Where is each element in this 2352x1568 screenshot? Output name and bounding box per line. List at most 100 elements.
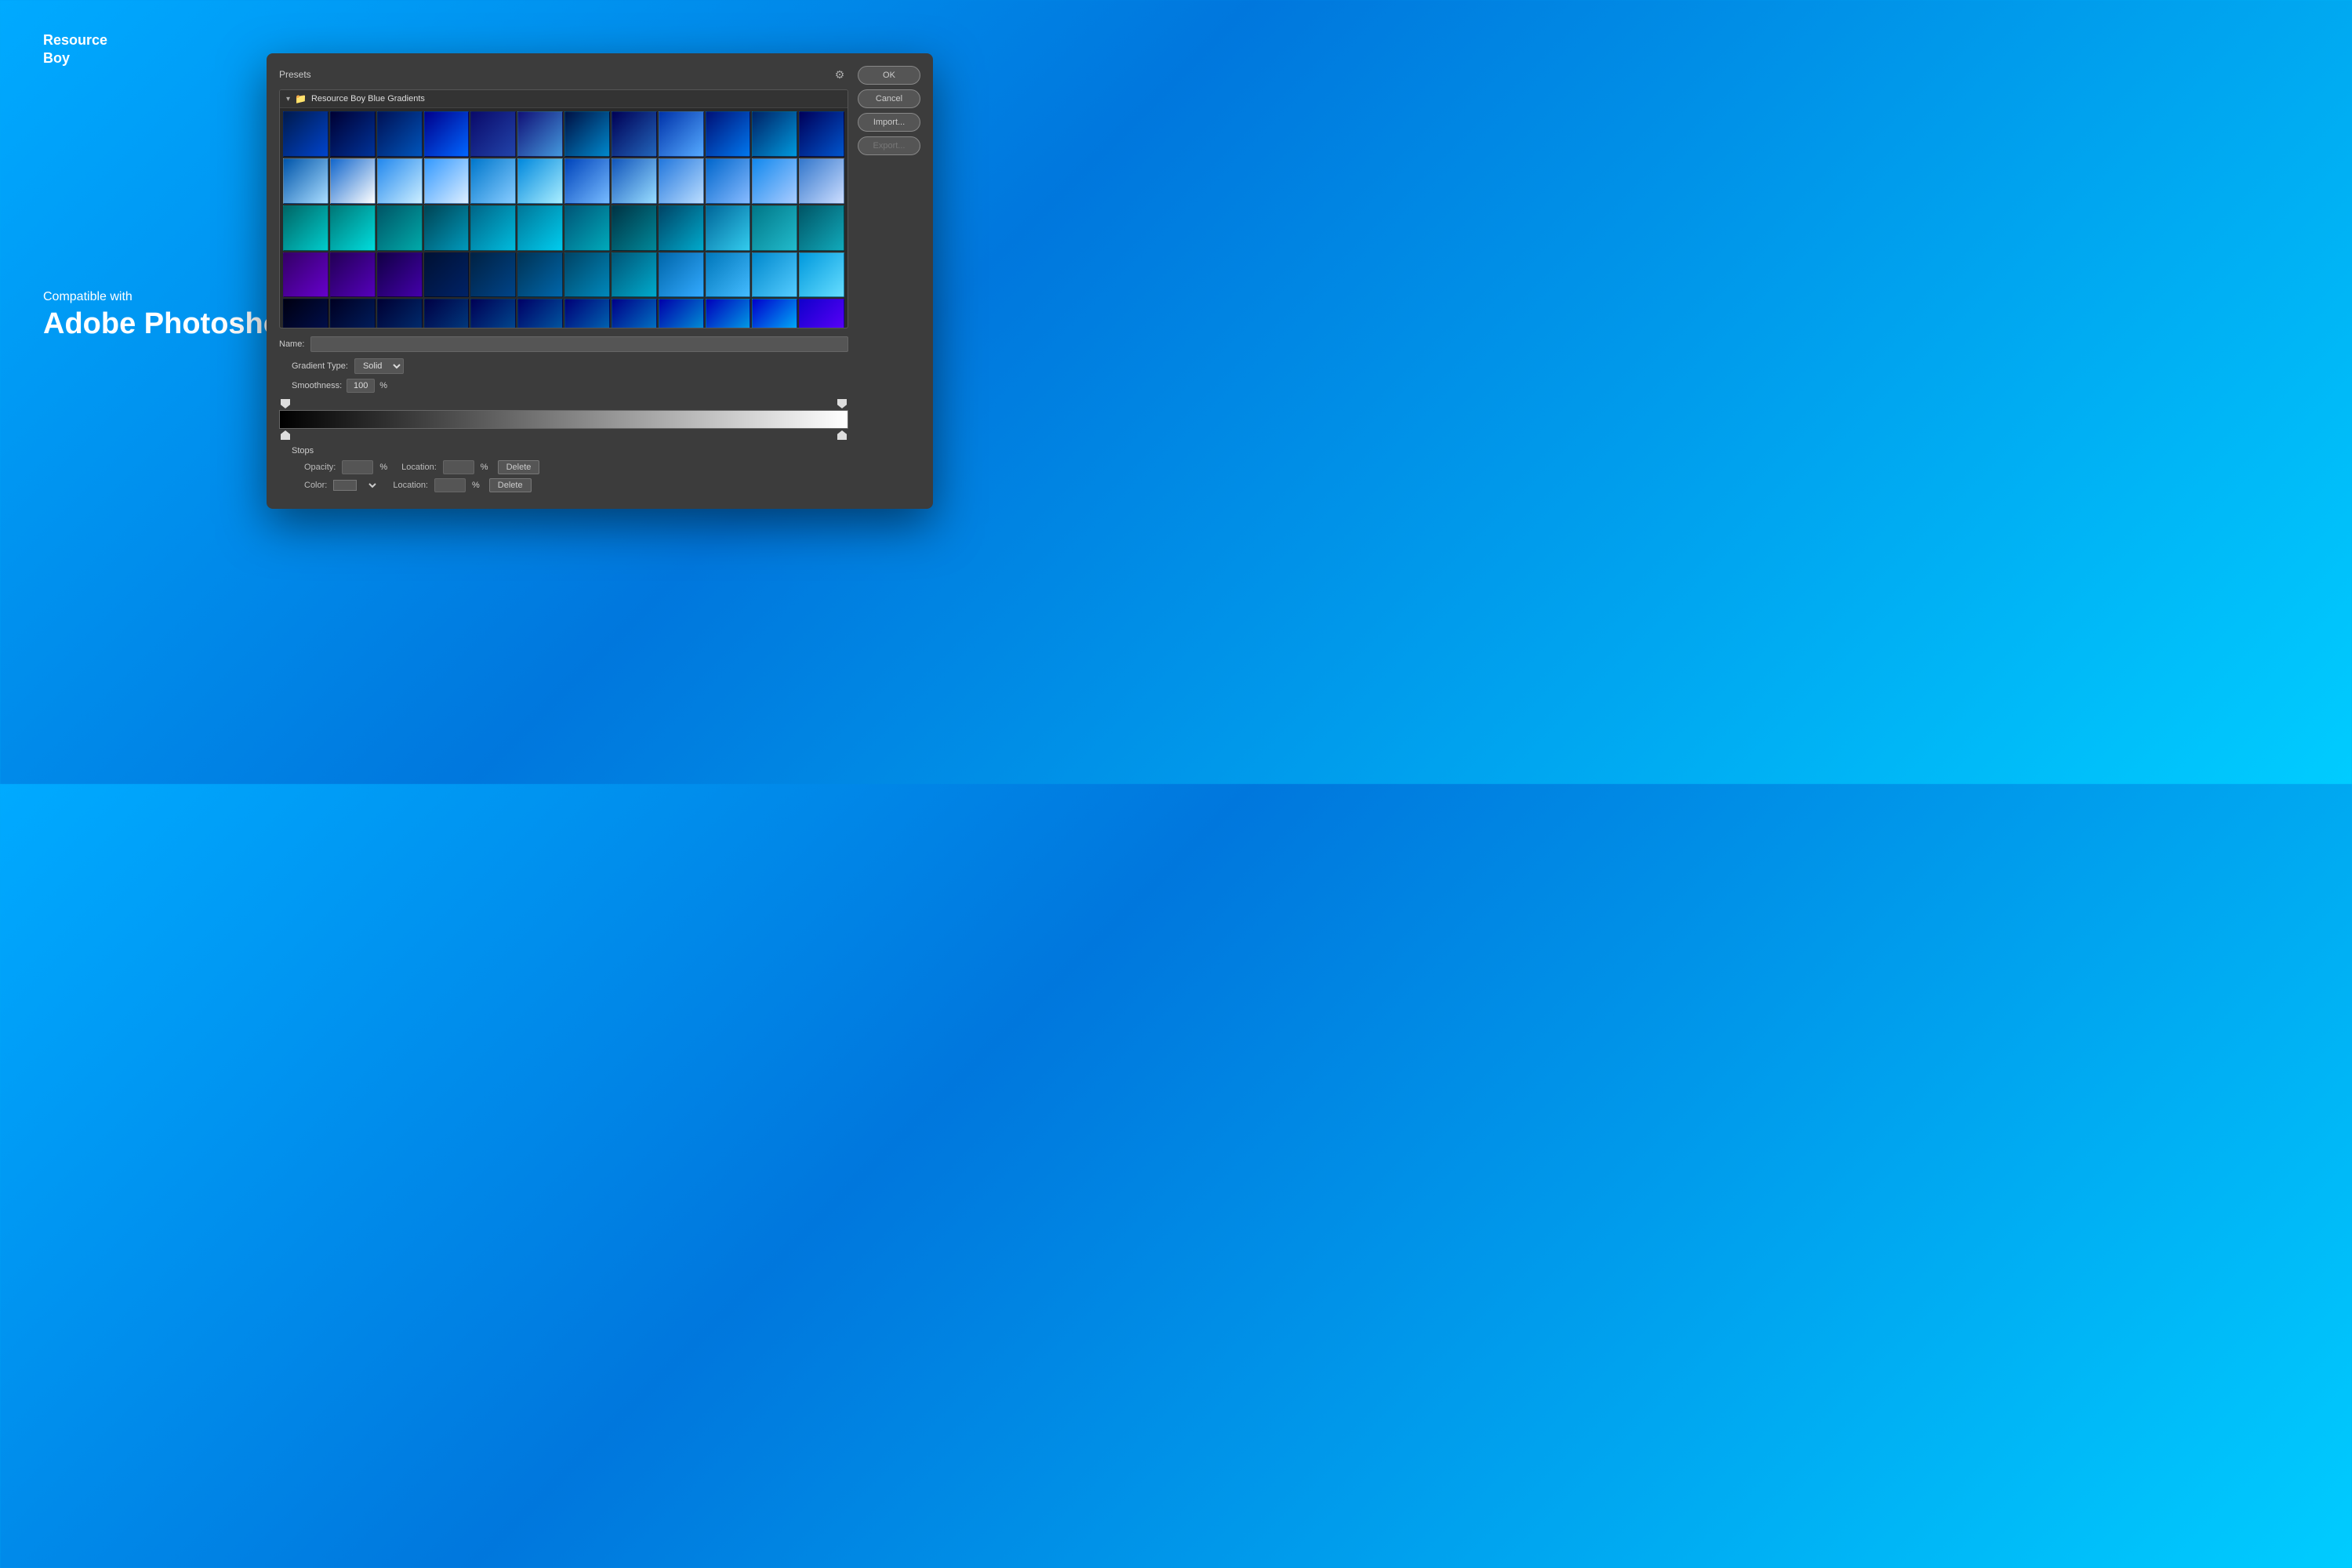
gradient-swatch[interactable]	[799, 111, 844, 157]
presets-panel: ▾ 📁 Resource Boy Blue Gradients	[279, 89, 848, 328]
gradient-swatch[interactable]	[799, 252, 844, 298]
folder-icon: 📁	[295, 93, 307, 104]
preset-folder-row: ▾ 📁 Resource Boy Blue Gradients	[280, 90, 848, 108]
gradient-swatch[interactable]	[612, 158, 657, 204]
gradient-swatch[interactable]	[377, 252, 423, 298]
gradient-swatch[interactable]	[517, 299, 563, 328]
gradient-swatch[interactable]	[659, 111, 704, 157]
gradient-swatch[interactable]	[799, 158, 844, 204]
ok-button[interactable]: OK	[858, 66, 920, 85]
opacity-loc-unit: %	[481, 463, 488, 472]
color-delete-button[interactable]: Delete	[489, 478, 532, 492]
gradient-swatch[interactable]	[612, 205, 657, 251]
gradient-swatch[interactable]	[470, 205, 516, 251]
gradient-swatch[interactable]	[377, 299, 423, 328]
gradient-swatch[interactable]	[706, 111, 751, 157]
gradient-preview-bar[interactable]	[279, 410, 848, 429]
gradient-swatch[interactable]	[706, 299, 751, 328]
color-location-label: Location:	[393, 481, 428, 490]
color-stop-right[interactable]	[837, 430, 847, 440]
opacity-stop-right[interactable]	[837, 399, 847, 408]
gradient-swatch[interactable]	[330, 299, 376, 328]
color-location-input[interactable]	[434, 478, 466, 492]
gradient-swatch[interactable]	[283, 299, 328, 328]
gradient-swatch[interactable]	[799, 299, 844, 328]
gradient-swatch[interactable]	[517, 205, 563, 251]
gradient-swatch[interactable]	[517, 111, 563, 157]
name-label: Name:	[279, 339, 304, 349]
opacity-location-input[interactable]	[443, 460, 474, 474]
name-input[interactable]	[310, 336, 848, 352]
gradient-swatch[interactable]	[330, 158, 376, 204]
gradient-swatch[interactable]	[659, 158, 704, 204]
gradient-swatch[interactable]	[330, 252, 376, 298]
color-loc-unit: %	[472, 481, 480, 490]
gradient-swatch[interactable]	[659, 299, 704, 328]
gradient-swatch[interactable]	[706, 158, 751, 204]
gradient-swatch[interactable]	[424, 205, 470, 251]
folder-name: Resource Boy Blue Gradients	[311, 94, 425, 103]
color-dropdown[interactable]	[363, 481, 379, 491]
smoothness-input[interactable]	[347, 379, 375, 393]
gradient-swatch[interactable]	[424, 252, 470, 298]
smoothness-label: Smoothness:	[292, 381, 342, 390]
gradient-type-select[interactable]: Solid Noise	[354, 358, 404, 374]
gradient-swatch[interactable]	[470, 299, 516, 328]
opacity-stop-left[interactable]	[281, 399, 290, 408]
gradient-swatch[interactable]	[517, 158, 563, 204]
gradient-swatch[interactable]	[283, 111, 328, 157]
gradient-swatch[interactable]	[424, 111, 470, 157]
export-button[interactable]: Export...	[858, 136, 920, 155]
gradient-swatch[interactable]	[330, 205, 376, 251]
gradient-swatch[interactable]	[330, 111, 376, 157]
gradient-swatch[interactable]	[283, 158, 328, 204]
gradient-swatch[interactable]	[517, 252, 563, 298]
gradient-swatch[interactable]	[752, 111, 797, 157]
compat-main-label: Adobe Photoshop	[43, 307, 299, 341]
color-stop-row: Color: Location: % Delete	[279, 478, 848, 492]
gradient-swatch[interactable]	[564, 252, 610, 298]
gradient-swatch[interactable]	[799, 205, 844, 251]
gradient-swatch[interactable]	[659, 205, 704, 251]
gradient-swatch[interactable]	[752, 252, 797, 298]
gradient-swatch[interactable]	[612, 111, 657, 157]
gradient-swatch[interactable]	[706, 252, 751, 298]
gradient-swatch[interactable]	[377, 158, 423, 204]
opacity-delete-button[interactable]: Delete	[498, 460, 540, 474]
gradient-swatch[interactable]	[564, 111, 610, 157]
gradient-swatch[interactable]	[424, 299, 470, 328]
gradient-swatch[interactable]	[564, 299, 610, 328]
compat-sub-label: Compatible with	[43, 290, 299, 304]
gradient-swatch[interactable]	[752, 299, 797, 328]
gradient-swatch[interactable]	[659, 252, 704, 298]
gradient-swatch[interactable]	[283, 252, 328, 298]
opacity-label: Opacity:	[304, 463, 336, 472]
import-button[interactable]: Import...	[858, 113, 920, 132]
presets-scroll-area[interactable]	[280, 108, 848, 328]
stops-section: Stops Opacity: % Location: % Delete Colo…	[279, 446, 848, 492]
gradient-swatch[interactable]	[283, 205, 328, 251]
smoothness-row: Smoothness: %	[279, 379, 848, 393]
gear-button[interactable]: ⚙	[831, 66, 848, 83]
gradient-swatch[interactable]	[564, 205, 610, 251]
gradient-swatch[interactable]	[470, 252, 516, 298]
gradient-swatch[interactable]	[377, 205, 423, 251]
opacity-value-input[interactable]	[342, 460, 373, 474]
gradient-swatch[interactable]	[752, 205, 797, 251]
brand-name-line1: Resource	[43, 32, 107, 48]
opacity-unit: %	[379, 463, 387, 472]
ps-gradient-dialog: Presets ⚙ ▾ 📁 Resource Boy Blue Gradient…	[267, 53, 933, 509]
color-stop-left[interactable]	[281, 430, 290, 440]
gradient-swatch[interactable]	[424, 158, 470, 204]
gradient-swatch[interactable]	[612, 299, 657, 328]
gradient-swatch[interactable]	[706, 205, 751, 251]
gradient-swatch[interactable]	[470, 111, 516, 157]
gradient-swatch[interactable]	[752, 158, 797, 204]
color-swatch[interactable]	[333, 480, 357, 491]
gradient-swatch[interactable]	[470, 158, 516, 204]
gradient-swatch[interactable]	[564, 158, 610, 204]
presets-header: Presets ⚙	[279, 66, 848, 83]
gradient-swatch[interactable]	[612, 252, 657, 298]
gradient-swatch[interactable]	[377, 111, 423, 157]
cancel-button[interactable]: Cancel	[858, 89, 920, 108]
